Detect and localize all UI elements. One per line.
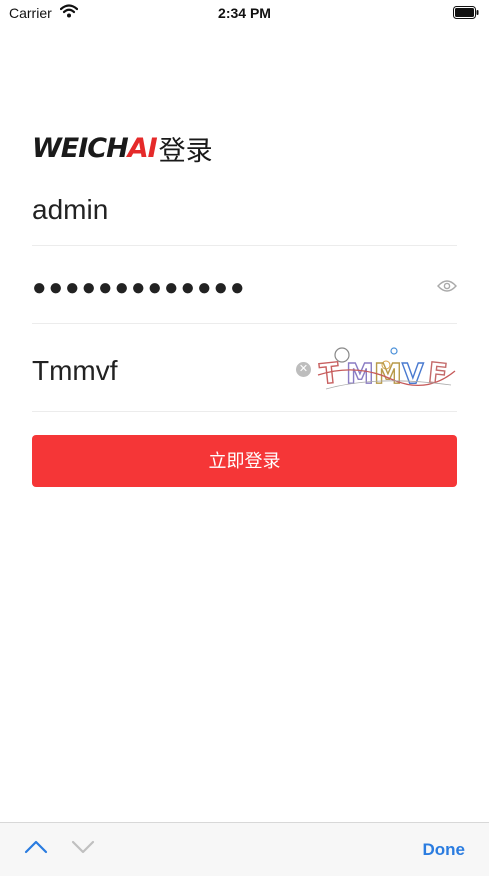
login-button[interactable]: 立即登录 — [32, 435, 457, 487]
username-input-value[interactable]: admin — [32, 194, 108, 226]
svg-text:M: M — [346, 357, 374, 390]
password-input-value[interactable]: ●●●●●●●●●●●●● — [32, 274, 246, 302]
eye-icon[interactable] — [437, 279, 457, 298]
status-bar: Carrier 2:34 PM — [0, 0, 489, 26]
page-title: 登录 — [158, 135, 213, 166]
username-field[interactable]: admin — [32, 185, 457, 246]
brand-logo: WEICHAI 登录 — [32, 128, 213, 168]
chevron-up-icon[interactable] — [24, 839, 48, 860]
logo-brand-text: WEICHAI — [32, 132, 158, 164]
svg-text:F: F — [426, 356, 448, 391]
battery-icon — [453, 6, 479, 24]
captcha-image[interactable]: T M M V F — [316, 345, 457, 392]
status-time: 2:34 PM — [218, 5, 271, 21]
password-field[interactable]: ●●●●●●●●●●●●● — [32, 261, 457, 324]
captcha-input-value[interactable]: Tmmvf — [32, 355, 118, 387]
clear-icon[interactable]: ✕ — [296, 362, 311, 377]
done-button[interactable]: Done — [423, 840, 466, 860]
chevron-down-icon[interactable] — [71, 839, 95, 860]
keyboard-toolbar: Done — [0, 822, 489, 876]
captcha-field[interactable]: Tmmvf ✕ T M M V F — [32, 345, 457, 412]
